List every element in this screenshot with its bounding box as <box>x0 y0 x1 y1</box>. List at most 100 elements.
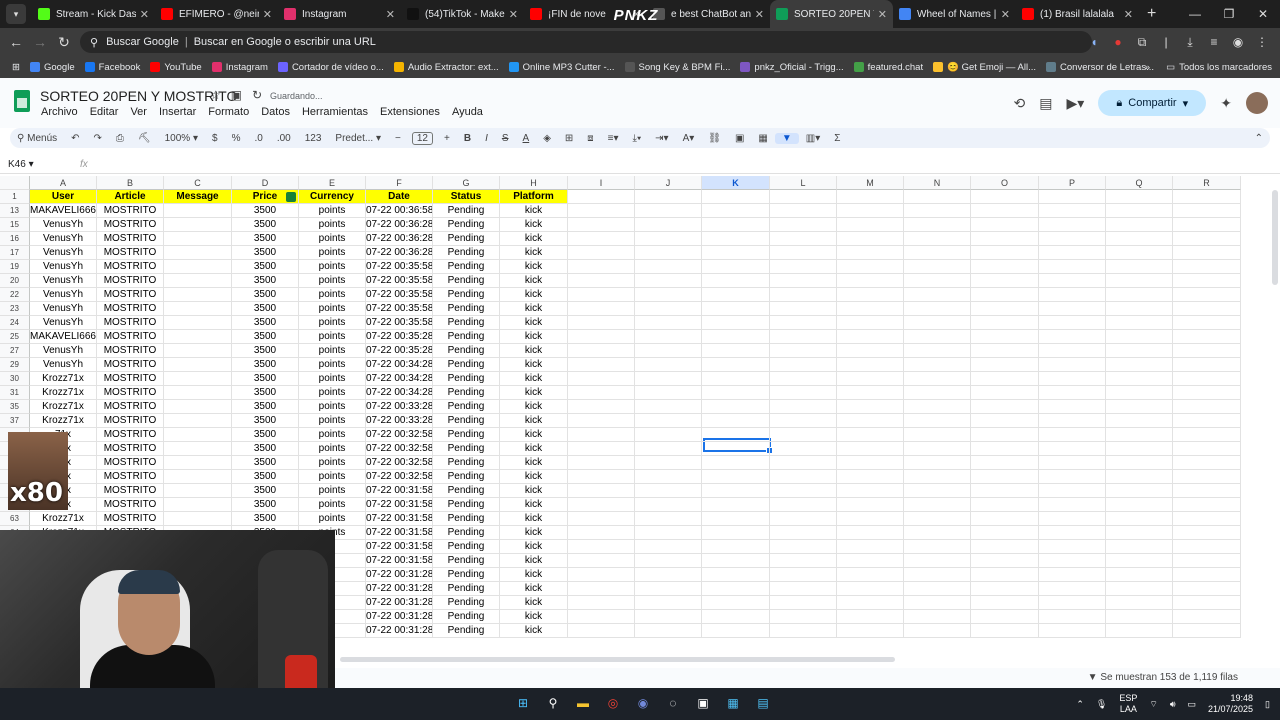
tab-close-icon[interactable]: ✕ <box>878 8 887 21</box>
row-header[interactable]: 25 <box>0 330 30 344</box>
empty-cell[interactable] <box>971 260 1039 274</box>
table-cell[interactable]: MOSTRITO <box>97 484 164 498</box>
empty-cell[interactable] <box>1106 372 1173 386</box>
table-cell[interactable]: points <box>299 288 366 302</box>
empty-cell[interactable] <box>971 596 1039 610</box>
empty-cell[interactable] <box>635 568 702 582</box>
empty-cell[interactable] <box>635 484 702 498</box>
table-cell[interactable]: Krozz71x <box>30 386 97 400</box>
tray-expand-icon[interactable]: ⌃ <box>1076 699 1084 710</box>
increase-decimal-button[interactable]: .00 <box>270 133 298 144</box>
percent-button[interactable]: % <box>225 133 248 144</box>
table-cell[interactable] <box>164 456 232 470</box>
table-cell[interactable]: Pending <box>433 442 500 456</box>
empty-cell[interactable] <box>770 330 837 344</box>
table-cell[interactable]: 07-22 00:36:28 <box>366 218 433 232</box>
empty-cell[interactable] <box>1106 498 1173 512</box>
menu-search-button[interactable]: ⚲ Menús <box>10 133 64 144</box>
table-cell[interactable]: kick <box>500 232 568 246</box>
table-cell[interactable]: kick <box>500 316 568 330</box>
volume-icon[interactable]: 🔊︎ <box>1170 699 1176 710</box>
empty-cell[interactable] <box>568 386 635 400</box>
empty-cell[interactable] <box>1173 372 1241 386</box>
empty-cell[interactable] <box>971 190 1039 204</box>
empty-cell[interactable] <box>1039 232 1106 246</box>
empty-cell[interactable] <box>971 512 1039 526</box>
gemini-icon[interactable]: ✦ <box>1220 95 1232 112</box>
font-size-input[interactable]: 12 <box>411 131 433 145</box>
table-cell[interactable]: kick <box>500 330 568 344</box>
table-cell[interactable]: points <box>299 414 366 428</box>
empty-cell[interactable] <box>1106 204 1173 218</box>
table-cell[interactable]: 3500 <box>232 512 299 526</box>
empty-cell[interactable] <box>568 190 635 204</box>
table-cell[interactable]: points <box>299 512 366 526</box>
column-header[interactable]: Q <box>1106 176 1173 190</box>
row-header[interactable]: 13 <box>0 204 30 218</box>
table-cell[interactable]: VenusYh <box>30 358 97 372</box>
empty-cell[interactable] <box>1173 274 1241 288</box>
table-cell[interactable]: 07-22 00:31:58 <box>366 484 433 498</box>
clock[interactable]: 19:48 21/07/2025 <box>1208 693 1253 715</box>
empty-cell[interactable] <box>568 624 635 638</box>
empty-cell[interactable] <box>837 232 904 246</box>
tab-close-icon[interactable]: ✕ <box>755 8 764 21</box>
empty-cell[interactable] <box>1106 232 1173 246</box>
column-filter-active-icon[interactable] <box>286 192 296 202</box>
empty-cell[interactable] <box>971 232 1039 246</box>
empty-cell[interactable] <box>971 568 1039 582</box>
select-all-corner[interactable] <box>0 176 30 190</box>
empty-cell[interactable] <box>770 204 837 218</box>
bookmark-item[interactable]: Cortador de vídeo o... <box>277 62 384 73</box>
empty-cell[interactable] <box>770 344 837 358</box>
table-cell[interactable]: 3500 <box>232 260 299 274</box>
print-icon[interactable]: ⎙ <box>109 133 131 144</box>
empty-cell[interactable] <box>702 498 770 512</box>
empty-cell[interactable] <box>568 218 635 232</box>
empty-cell[interactable] <box>568 330 635 344</box>
italic-icon[interactable]: I <box>478 133 495 144</box>
name-box[interactable]: K46 ▾ <box>0 159 70 170</box>
row-header[interactable]: 63 <box>0 512 30 526</box>
table-cell[interactable] <box>164 400 232 414</box>
empty-cell[interactable] <box>702 246 770 260</box>
tab-close-icon[interactable]: ✕ <box>263 8 272 21</box>
table-cell[interactable]: kick <box>500 512 568 526</box>
empty-cell[interactable] <box>568 232 635 246</box>
empty-cell[interactable] <box>635 470 702 484</box>
table-cell[interactable]: 07-22 00:31:28 <box>366 610 433 624</box>
text-wrap-icon[interactable]: ⇥▾ <box>648 133 675 144</box>
row-header[interactable]: 37 <box>0 414 30 428</box>
table-cell[interactable]: Krozz71x <box>30 512 97 526</box>
empty-cell[interactable] <box>702 260 770 274</box>
empty-cell[interactable] <box>635 372 702 386</box>
horizontal-scrollbar[interactable] <box>340 657 895 662</box>
table-cell[interactable] <box>164 344 232 358</box>
table-cell[interactable]: Pending <box>433 554 500 568</box>
comments-icon[interactable]: ▤ <box>1039 95 1052 112</box>
empty-cell[interactable] <box>837 302 904 316</box>
empty-cell[interactable] <box>904 302 971 316</box>
bookmark-item[interactable]: pnkz_Oficial - Trigg... <box>740 62 844 73</box>
empty-cell[interactable] <box>635 316 702 330</box>
empty-cell[interactable] <box>1039 470 1106 484</box>
empty-cell[interactable] <box>837 386 904 400</box>
header-cell[interactable]: Status <box>433 190 500 204</box>
table-cell[interactable]: kick <box>500 456 568 470</box>
table-cell[interactable]: 07-22 00:36:28 <box>366 246 433 260</box>
table-cell[interactable] <box>164 498 232 512</box>
empty-cell[interactable] <box>702 512 770 526</box>
empty-cell[interactable] <box>702 484 770 498</box>
empty-cell[interactable] <box>770 190 837 204</box>
empty-cell[interactable] <box>568 526 635 540</box>
table-cell[interactable]: MOSTRITO <box>97 274 164 288</box>
empty-cell[interactable] <box>568 302 635 316</box>
browser-tab[interactable]: (1) Brasil lalalala ✕ <box>1016 0 1139 28</box>
empty-cell[interactable] <box>904 456 971 470</box>
table-cell[interactable]: 3500 <box>232 484 299 498</box>
empty-cell[interactable] <box>837 596 904 610</box>
table-cell[interactable]: points <box>299 428 366 442</box>
empty-cell[interactable] <box>568 316 635 330</box>
empty-cell[interactable] <box>1106 582 1173 596</box>
table-cell[interactable]: kick <box>500 274 568 288</box>
